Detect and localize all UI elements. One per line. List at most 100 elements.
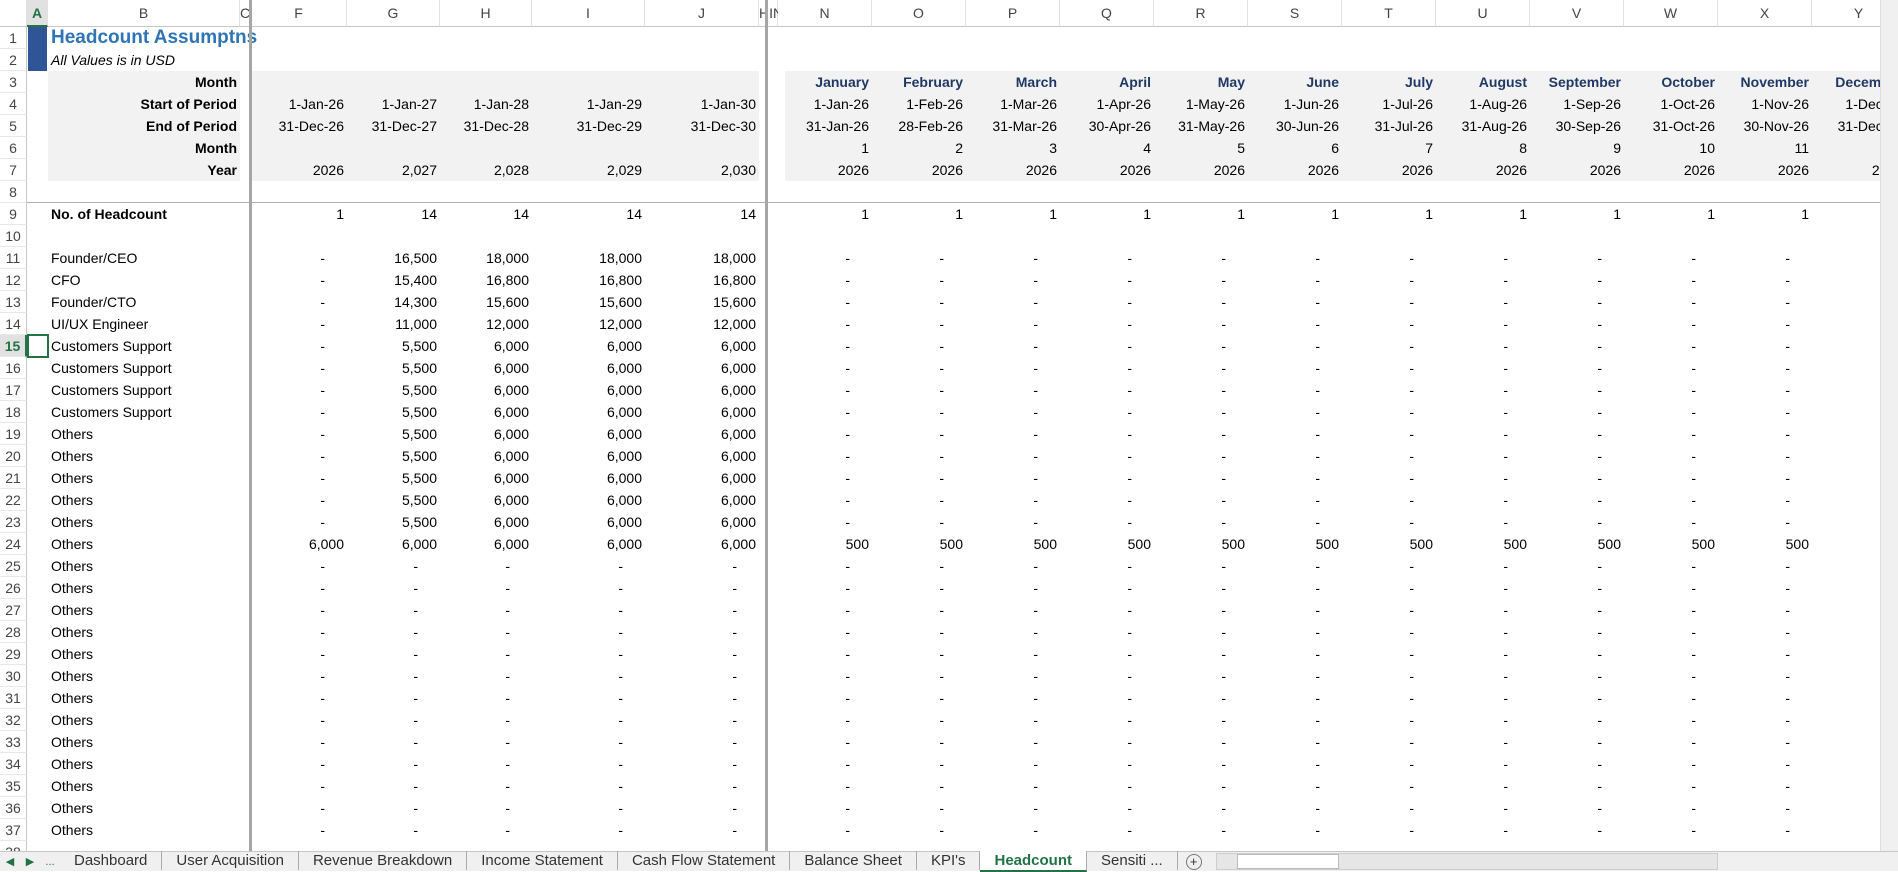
annual-value[interactable]: -	[645, 687, 759, 709]
monthly-value[interactable]: -	[1530, 709, 1624, 731]
annual-value[interactable]: -	[251, 775, 347, 797]
monthly-value[interactable]: -	[1530, 357, 1624, 379]
monthly-value[interactable]: -	[1530, 599, 1624, 621]
monthly-value[interactable]: -	[1530, 379, 1624, 401]
role-label[interactable]: Founder/CEO	[48, 247, 240, 269]
monthly-value[interactable]: -	[1342, 467, 1436, 489]
monthly-value[interactable]: -	[778, 269, 872, 291]
monthly-value[interactable]: -	[872, 797, 966, 819]
monthly-value[interactable]	[1812, 401, 1880, 423]
monthly-value[interactable]: -	[1436, 313, 1530, 335]
column-header-Q[interactable]: Q	[1060, 0, 1154, 27]
row-header-14[interactable]: 14	[0, 313, 27, 335]
annual-header-cell[interactable]	[347, 71, 440, 93]
annual-header-cell[interactable]: 2,028	[440, 159, 532, 181]
row-header-30[interactable]: 30	[0, 665, 27, 687]
more-tabs-button[interactable]: ...	[40, 856, 60, 868]
monthly-value[interactable]: -	[966, 577, 1060, 599]
annual-header-cell[interactable]	[347, 137, 440, 159]
role-label[interactable]: Others	[48, 423, 240, 445]
monthly-value[interactable]: -	[1436, 357, 1530, 379]
monthly-value[interactable]: -	[1718, 401, 1812, 423]
monthly-value[interactable]: -	[1060, 247, 1154, 269]
monthly-header-cell[interactable]: 31-Jul-26	[1342, 115, 1436, 137]
annual-value[interactable]: -	[645, 819, 759, 841]
annual-value[interactable]: -	[347, 577, 440, 599]
monthly-value[interactable]: -	[1154, 577, 1248, 599]
annual-value[interactable]: 6,000	[645, 511, 759, 533]
column-header-rowhdr[interactable]	[0, 0, 27, 27]
role-label[interactable]: Others	[48, 577, 240, 599]
monthly-value[interactable]: -	[1342, 445, 1436, 467]
annual-value[interactable]: 5,500	[347, 511, 440, 533]
annual-value[interactable]: -	[440, 731, 532, 753]
monthly-value[interactable]: -	[1530, 247, 1624, 269]
sheet-tab[interactable]: Dashboard	[60, 851, 163, 870]
monthly-value[interactable]: -	[1154, 687, 1248, 709]
monthly-header-cell[interactable]: 1-Jun-26	[1248, 93, 1342, 115]
row-header-32[interactable]: 32	[0, 709, 27, 731]
monthly-value[interactable]: -	[1060, 687, 1154, 709]
annual-value[interactable]: 6,000	[532, 467, 645, 489]
row-header-17[interactable]: 17	[0, 379, 27, 401]
monthly-value[interactable]: -	[1060, 313, 1154, 335]
row-header-27[interactable]: 27	[0, 599, 27, 621]
monthly-value[interactable]: -	[1718, 445, 1812, 467]
monthly-value[interactable]: -	[1154, 489, 1248, 511]
annual-value[interactable]: 6,000	[645, 379, 759, 401]
monthly-value[interactable]: -	[1624, 687, 1718, 709]
row-header-19[interactable]: 19	[0, 423, 27, 445]
monthly-value[interactable]	[1812, 247, 1880, 269]
role-label[interactable]: Others	[48, 687, 240, 709]
monthly-header-cell[interactable]: April	[1060, 71, 1154, 93]
monthly-header-cell[interactable]: 8	[1436, 137, 1530, 159]
row-header-38[interactable]: 38	[0, 841, 27, 851]
annual-value[interactable]: 6,000	[532, 445, 645, 467]
monthly-value[interactable]: -	[1530, 291, 1624, 313]
monthly-value[interactable]: -	[1718, 643, 1812, 665]
monthly-value[interactable]: -	[1154, 467, 1248, 489]
header-label[interactable]: End of Period	[48, 115, 240, 137]
monthly-value[interactable]: -	[1342, 555, 1436, 577]
monthly-value[interactable]: -	[1718, 709, 1812, 731]
horizontal-scroll-thumb[interactable]	[1236, 854, 1339, 869]
monthly-header-cell[interactable]: 30-Nov-26	[1718, 115, 1812, 137]
monthly-value[interactable]: -	[966, 643, 1060, 665]
monthly-value[interactable]: 1	[1436, 203, 1530, 225]
monthly-value[interactable]: -	[1248, 401, 1342, 423]
monthly-value[interactable]: -	[1624, 423, 1718, 445]
header-label[interactable]: Month	[48, 71, 240, 93]
monthly-value[interactable]: -	[966, 401, 1060, 423]
column-header-R[interactable]: R	[1154, 0, 1248, 27]
monthly-value[interactable]: -	[1436, 709, 1530, 731]
monthly-value[interactable]: 500	[1060, 533, 1154, 555]
monthly-value[interactable]: -	[1154, 797, 1248, 819]
annual-value[interactable]: -	[532, 643, 645, 665]
row-header-36[interactable]: 36	[0, 797, 27, 819]
monthly-value[interactable]: -	[1248, 335, 1342, 357]
monthly-value[interactable]: -	[1436, 269, 1530, 291]
monthly-header-cell[interactable]: 12	[1812, 137, 1880, 159]
monthly-value[interactable]: -	[872, 467, 966, 489]
column-header-B[interactable]: B	[48, 0, 240, 27]
monthly-header-cell[interactable]: 11	[1718, 137, 1812, 159]
monthly-header-cell[interactable]: 1-May-26	[1154, 93, 1248, 115]
sheet-tab[interactable]: KPI's	[917, 851, 981, 870]
monthly-value[interactable]: -	[1060, 621, 1154, 643]
annual-value[interactable]: -	[251, 401, 347, 423]
monthly-value[interactable]: -	[1624, 401, 1718, 423]
monthly-value[interactable]: 500	[1248, 533, 1342, 555]
monthly-value[interactable]: -	[1342, 797, 1436, 819]
monthly-value[interactable]: -	[1060, 511, 1154, 533]
annual-value[interactable]: -	[251, 577, 347, 599]
monthly-value[interactable]: -	[1154, 643, 1248, 665]
annual-value[interactable]: 5,500	[347, 445, 440, 467]
monthly-value[interactable]: 1	[966, 203, 1060, 225]
monthly-value[interactable]: -	[966, 335, 1060, 357]
monthly-value[interactable]: -	[1154, 511, 1248, 533]
role-label[interactable]: Customers Support	[48, 335, 240, 357]
monthly-value[interactable]: -	[1342, 621, 1436, 643]
monthly-value[interactable]: -	[1436, 291, 1530, 313]
monthly-value[interactable]: -	[1154, 445, 1248, 467]
monthly-header-cell[interactable]: 31-May-26	[1154, 115, 1248, 137]
